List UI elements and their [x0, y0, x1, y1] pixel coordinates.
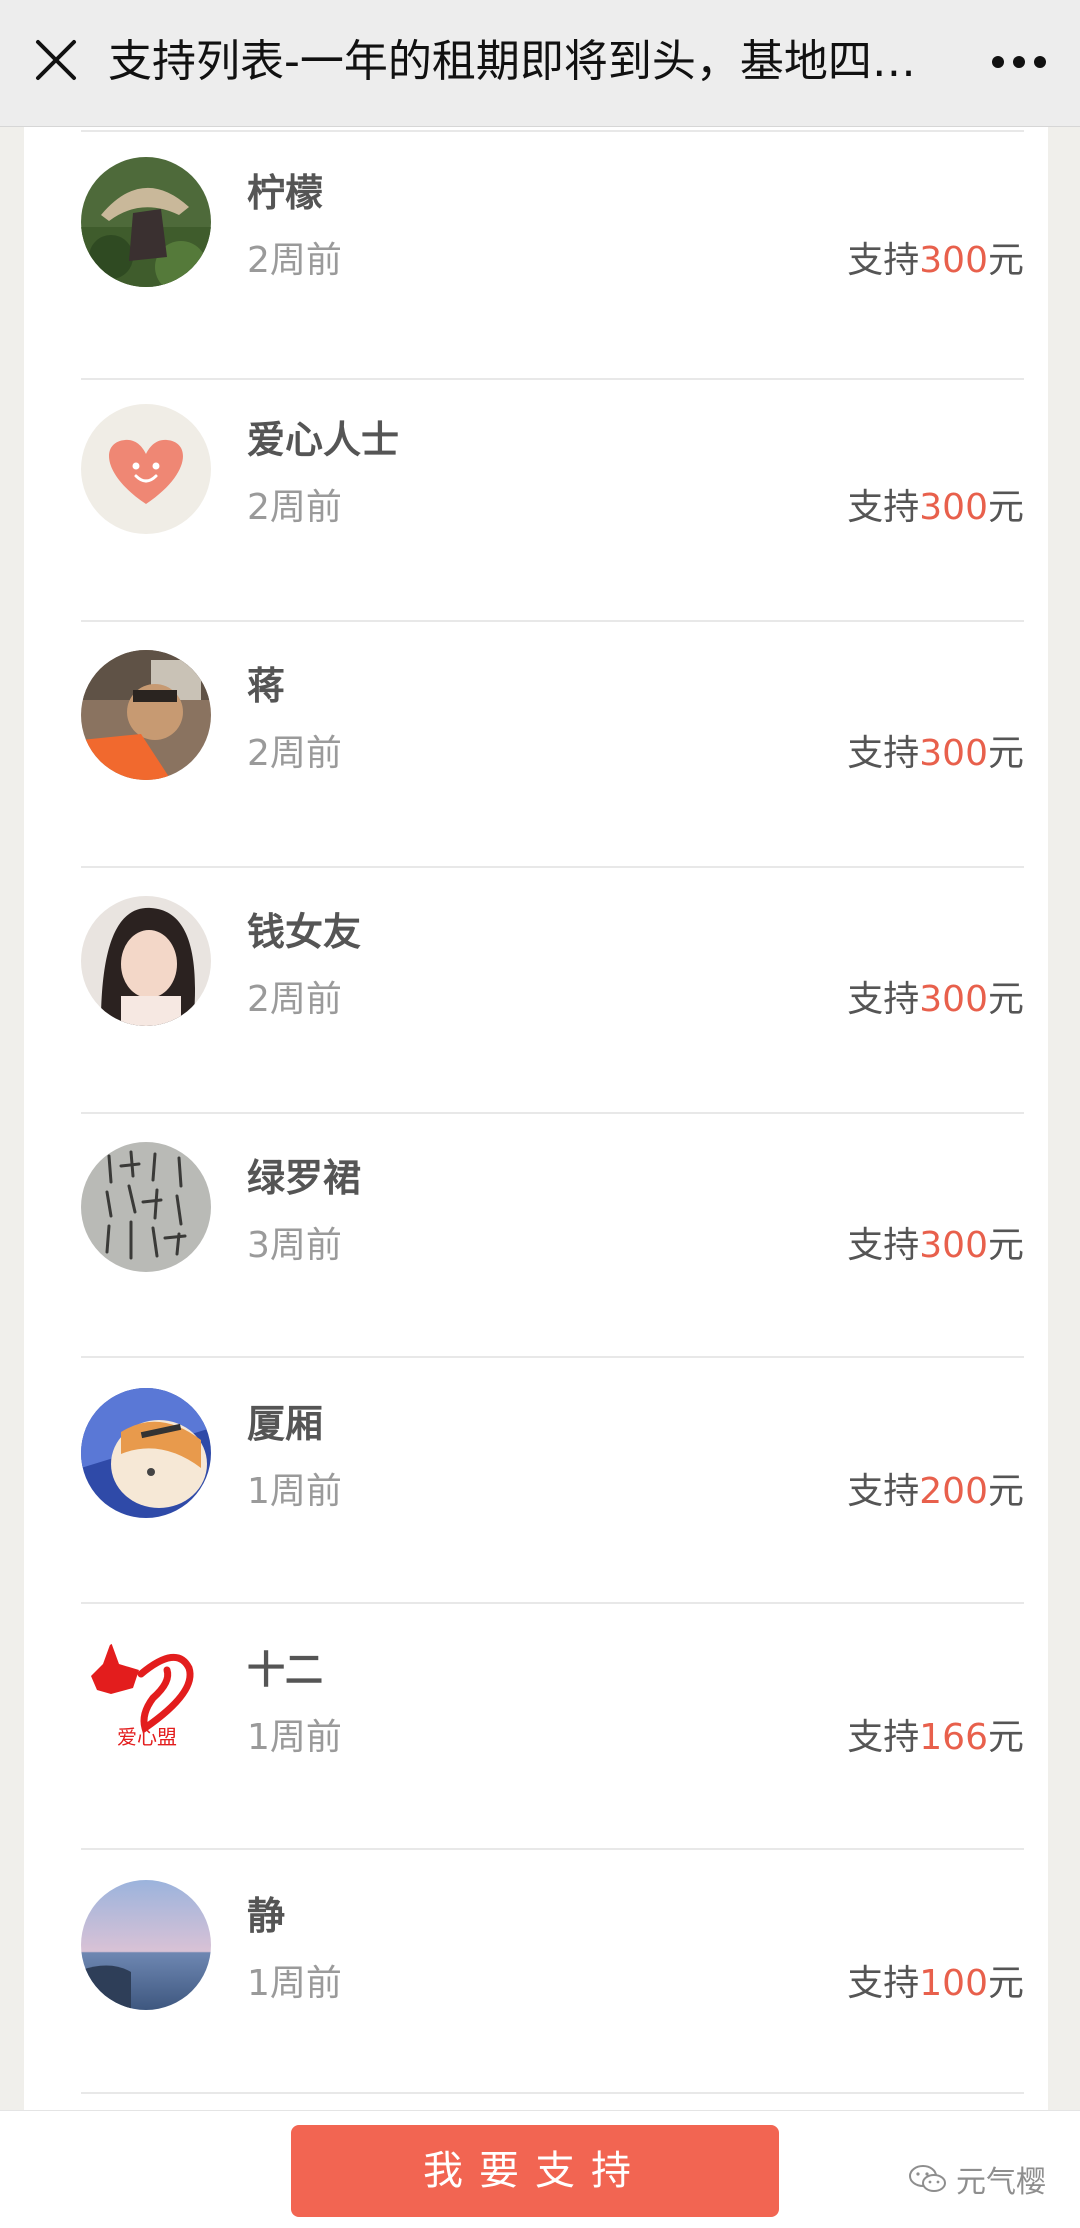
amount-prefix: 支持 — [847, 1471, 920, 1512]
amount-unit: 元 — [987, 733, 1024, 774]
amount-prefix: 支持 — [847, 1225, 920, 1266]
supporter-name: 钱女友 — [247, 910, 362, 954]
supporter-row[interactable]: 爱心人士 2周前 支持300元 — [81, 364, 1024, 609]
wechat-icon — [909, 2165, 946, 2192]
amount-unit: 元 — [987, 979, 1024, 1020]
bottom-bar: 我要支持 元气樱 — [0, 2110, 1080, 2228]
close-icon — [36, 40, 76, 80]
row-divider — [81, 2092, 1024, 2094]
supporter-name: 蒋 — [247, 664, 286, 708]
amount-value: 300 — [919, 979, 988, 1020]
amount-value: 166 — [919, 1717, 988, 1758]
support-amount: 支持300元 — [847, 976, 1024, 1024]
avatar[interactable] — [81, 650, 211, 780]
amount-value: 300 — [919, 487, 988, 528]
top-bar: 支持列表-一年的租期即将到头，基地四… — [0, 0, 1080, 127]
supporter-row[interactable]: 钱女友 2周前 支持300元 — [81, 856, 1024, 1101]
amount-unit: 元 — [987, 1225, 1024, 1266]
logo-text: 爱心盟 — [117, 1725, 177, 1749]
support-amount: 支持200元 — [847, 1468, 1024, 1516]
watermark-text: 元气樱 — [956, 2165, 1046, 2200]
amount-prefix: 支持 — [847, 1717, 920, 1758]
support-amount: 支持300元 — [847, 484, 1024, 532]
support-amount: 支持300元 — [847, 730, 1024, 778]
support-time: 2周前 — [247, 979, 342, 1020]
supporter-name: 柠檬 — [247, 171, 324, 215]
avatar[interactable] — [81, 1880, 211, 2010]
amount-unit: 元 — [987, 1717, 1024, 1758]
amount-unit: 元 — [987, 1471, 1024, 1512]
more-icon — [992, 56, 1046, 68]
avatar[interactable] — [81, 1388, 211, 1518]
avatar[interactable] — [81, 896, 211, 1026]
page: 支持列表-一年的租期即将到头，基地四… 柠檬 2周前 支持300元 爱心人士 2… — [0, 0, 1080, 2228]
avatar[interactable] — [81, 1142, 211, 1272]
amount-prefix: 支持 — [847, 979, 920, 1020]
supporter-list-sheet: 柠檬 2周前 支持300元 爱心人士 2周前 支持300元 蒋 2周前 支持30… — [24, 126, 1048, 2110]
amount-prefix: 支持 — [847, 733, 920, 774]
amount-prefix: 支持 — [847, 240, 920, 281]
amount-value: 100 — [919, 1963, 988, 2004]
support-button[interactable]: 我要支持 — [291, 2125, 779, 2217]
close-button[interactable] — [24, 28, 88, 92]
amount-unit: 元 — [987, 240, 1024, 281]
support-time: 2周前 — [247, 487, 342, 528]
avatar[interactable] — [81, 157, 211, 287]
supporter-name: 厦厢 — [247, 1402, 324, 1446]
supporter-name: 爱心人士 — [247, 418, 400, 462]
supporter-name: 绿罗裙 — [247, 1156, 362, 1200]
amount-unit: 元 — [987, 1963, 1024, 2004]
support-amount: 支持100元 — [847, 1960, 1024, 2008]
watermark: 元气樱 — [908, 2157, 1046, 2201]
supporter-row[interactable]: 柠檬 2周前 支持300元 — [81, 117, 1024, 362]
avatar[interactable]: 爱心盟 — [81, 1634, 211, 1764]
more-button[interactable] — [984, 30, 1054, 94]
support-time: 1周前 — [247, 1717, 342, 1758]
support-time: 1周前 — [247, 1963, 342, 2004]
support-time: 2周前 — [247, 733, 342, 774]
support-time: 2周前 — [247, 240, 342, 281]
supporter-row[interactable]: 厦厢 1周前 支持200元 — [81, 1348, 1024, 1593]
amount-value: 200 — [919, 1471, 988, 1512]
amount-value: 300 — [919, 240, 988, 281]
amount-prefix: 支持 — [847, 487, 920, 528]
amount-value: 300 — [919, 1225, 988, 1266]
support-amount: 支持300元 — [847, 1222, 1024, 1270]
avatar[interactable] — [81, 404, 211, 534]
support-amount: 支持166元 — [847, 1714, 1024, 1762]
supporter-row[interactable]: 绿罗裙 3周前 支持300元 — [81, 1102, 1024, 1347]
amount-unit: 元 — [987, 487, 1024, 528]
amount-prefix: 支持 — [847, 1963, 920, 2004]
support-time: 3周前 — [247, 1225, 342, 1266]
supporter-row[interactable]: 静 1周前 支持100元 — [81, 1840, 1024, 2085]
supporter-row[interactable]: 蒋 2周前 支持300元 — [81, 610, 1024, 855]
supporter-row[interactable]: 爱心盟 十二 1周前 支持166元 — [81, 1594, 1024, 1839]
amount-value: 300 — [919, 733, 988, 774]
supporter-name: 静 — [247, 1894, 286, 1938]
supporter-name: 十二 — [247, 1648, 324, 1692]
support-amount: 支持300元 — [847, 237, 1024, 285]
page-title: 支持列表-一年的租期即将到头，基地四… — [108, 36, 916, 87]
support-time: 1周前 — [247, 1471, 342, 1512]
